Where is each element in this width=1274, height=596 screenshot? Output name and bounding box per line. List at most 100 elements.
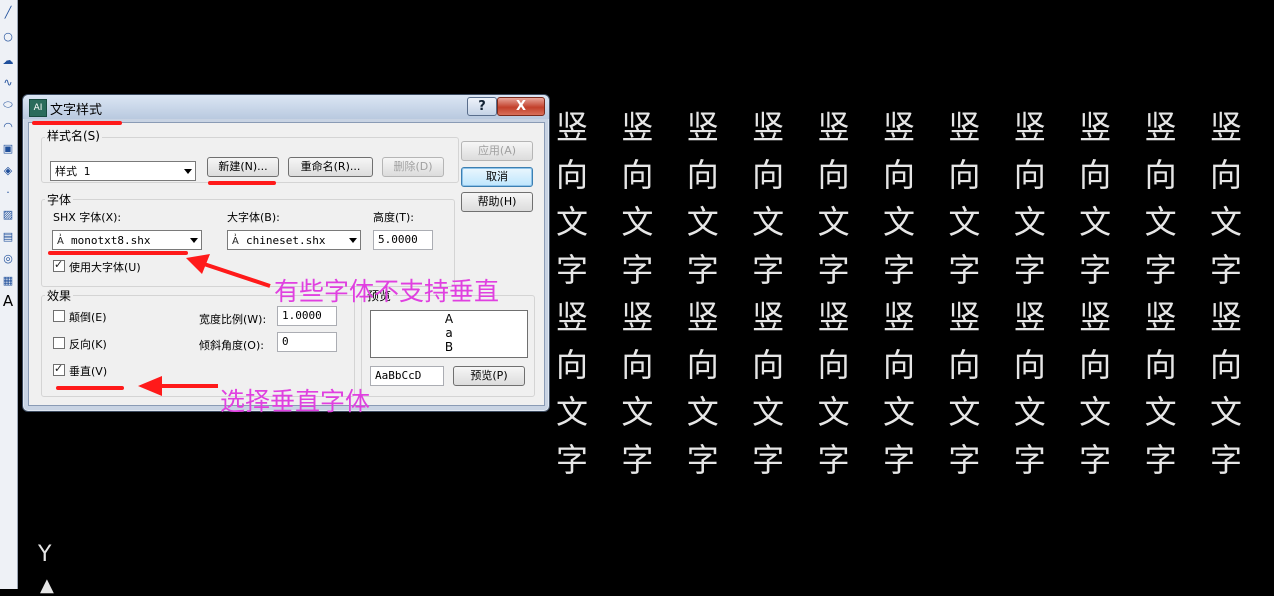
big-font-type-icon: A͗ <box>232 236 239 247</box>
use-big-font-label: 使用大字体(U) <box>69 261 141 274</box>
vertical-text-char: 文 <box>621 203 654 241</box>
dialog-body: 样式名(S) 样式 1 新建(N)... 重命名(R)... 删除(D) 应用(… <box>28 122 545 406</box>
vertical-text-char: 向 <box>621 345 654 384</box>
region-icon[interactable]: ◎ <box>1 252 15 266</box>
shx-font-value: monotxt8.shx <box>71 234 151 247</box>
style-name-group-label: 样式名(S) <box>45 127 102 144</box>
gradient-icon[interactable]: ▤ <box>1 230 15 244</box>
big-font-select[interactable]: A͗ chineset.shx <box>227 230 361 250</box>
backwards-checkbox[interactable] <box>53 337 65 349</box>
oblique-angle-input[interactable]: 0 <box>277 332 337 352</box>
close-button[interactable]: X <box>497 97 545 116</box>
cloud-icon[interactable]: ☁ <box>1 54 15 68</box>
vertical-text-char: 文 <box>882 393 915 431</box>
vertical-text-char: 竖 <box>686 108 719 146</box>
vertical-text-char: 竖 <box>686 298 719 336</box>
vertical-text-char: 向 <box>948 155 981 194</box>
height-input[interactable]: 5.0000 <box>373 230 433 250</box>
vertical-text-char: 字 <box>555 440 588 479</box>
vertical-text-column: 竖向文字竖向文字 <box>1073 104 1117 484</box>
font-select-underline-annotation <box>48 251 188 255</box>
vertical-text-char: 向 <box>621 155 654 194</box>
vertical-text-char: 文 <box>752 393 785 431</box>
vertical-text-char: 竖 <box>817 108 850 146</box>
new-button-underline-annotation <box>208 181 276 185</box>
vertical-text-char: 字 <box>1209 440 1242 479</box>
vertical-text-column: 竖向文字竖向文字 <box>877 104 921 484</box>
vertical-text-char: 向 <box>948 345 981 384</box>
vertical-text-char: 文 <box>1079 393 1112 431</box>
vertical-text-char: 字 <box>817 250 850 289</box>
vertical-text-char: 文 <box>948 393 981 431</box>
preview-button[interactable]: 预览(P) <box>453 366 525 386</box>
vertical-note-annotation: 选择垂直字体 <box>220 387 371 416</box>
title-underline-annotation <box>32 121 122 125</box>
draw-toolbar: ╱ ○ ☁ ∿ ⬭ ◠ ▣ ◈ · ▨ ▤ ◎ ▦ A <box>0 0 18 589</box>
chevron-down-icon <box>349 238 357 243</box>
point-icon[interactable]: · <box>1 186 15 200</box>
delete-style-button[interactable]: 删除(D) <box>382 157 444 177</box>
vertical-text-char: 向 <box>1144 155 1177 194</box>
width-factor-label: 宽度比例(W): <box>199 313 267 326</box>
vertical-text-char: 字 <box>555 250 588 289</box>
vertical-text-column: 竖向文字竖向文字 <box>1139 104 1183 484</box>
vertical-text-char: 文 <box>1144 393 1177 431</box>
vertical-text-char: 文 <box>948 203 981 241</box>
cancel-button[interactable]: 取消 <box>461 167 533 187</box>
apply-button[interactable]: 应用(A) <box>461 141 533 161</box>
vertical-text-column: 竖向文字竖向文字 <box>550 104 594 484</box>
vertical-text-char: 文 <box>1013 203 1046 241</box>
vertical-text-column: 竖向文字竖向文字 <box>942 104 986 484</box>
vertical-text-char: 字 <box>817 440 850 479</box>
vertical-text-char: 竖 <box>1209 108 1242 146</box>
spline-icon[interactable]: ∿ <box>1 76 15 90</box>
vertical-text-char: 竖 <box>1144 298 1177 336</box>
vertical-text-char: 竖 <box>882 108 915 146</box>
vertical-text-char: 竖 <box>1079 298 1112 336</box>
preview-text-input[interactable]: AaBbCcD <box>370 366 444 386</box>
new-style-button[interactable]: 新建(N)... <box>207 157 279 177</box>
dialog-title: 文字样式 <box>50 103 103 118</box>
shx-font-type-icon: A͗ <box>57 236 64 247</box>
dialog-titlebar[interactable]: AI 文字样式 ? X <box>23 95 549 119</box>
line-icon[interactable]: ╱ <box>1 6 15 20</box>
vertical-checkbox[interactable] <box>53 362 65 376</box>
vertical-text-char: 向 <box>1079 155 1112 194</box>
ellipse-icon[interactable]: ⬭ <box>1 98 15 112</box>
vertical-text-char: 向 <box>1209 155 1242 194</box>
shx-font-label: SHX 字体(X): <box>53 211 122 224</box>
make-block-icon[interactable]: ◈ <box>1 164 15 178</box>
rename-style-button[interactable]: 重命名(R)... <box>288 157 373 177</box>
font-note-annotation: 有些字体不支持垂直 <box>274 277 500 306</box>
shx-font-select[interactable]: A͗ monotxt8.shx <box>52 230 202 250</box>
style-select-value: 样式 1 <box>55 165 91 178</box>
vertical-text-column: 竖向文字竖向文字 <box>1204 104 1248 484</box>
vertical-text-char: 竖 <box>752 108 785 146</box>
vertical-text-column: 竖向文字竖向文字 <box>746 104 790 484</box>
use-big-font-checkbox[interactable] <box>53 258 65 272</box>
style-select[interactable]: 样式 1 <box>50 161 196 181</box>
vertical-text-char: 字 <box>686 250 719 289</box>
help-button[interactable]: ? <box>467 97 497 116</box>
insert-block-icon[interactable]: ▣ <box>1 142 15 156</box>
hatch-icon[interactable]: ▨ <box>1 208 15 222</box>
vertical-text-char: 字 <box>621 440 654 479</box>
vertical-text-char: 竖 <box>817 298 850 336</box>
vertical-text-char: 字 <box>882 440 915 479</box>
vertical-text-char: 向 <box>555 345 588 384</box>
arrow-to-font-icon <box>186 254 271 288</box>
ellipse-arc-icon[interactable]: ◠ <box>1 120 15 134</box>
vertical-text-char: 竖 <box>1079 108 1112 146</box>
upside-down-checkbox[interactable] <box>53 310 65 322</box>
vertical-text-char: 竖 <box>1013 298 1046 336</box>
width-factor-input[interactable]: 1.0000 <box>277 306 337 326</box>
vertical-text-char: 文 <box>1079 203 1112 241</box>
circle-icon[interactable]: ○ <box>1 30 15 44</box>
vertical-text-char: 文 <box>555 393 588 431</box>
ucs-y-label: Y <box>38 542 52 567</box>
vertical-text-char: 向 <box>817 155 850 194</box>
table-icon[interactable]: ▦ <box>1 274 15 288</box>
text-icon[interactable]: A <box>1 294 15 309</box>
help-text-button[interactable]: 帮助(H) <box>461 192 533 212</box>
preview-glyph: B <box>444 340 454 354</box>
